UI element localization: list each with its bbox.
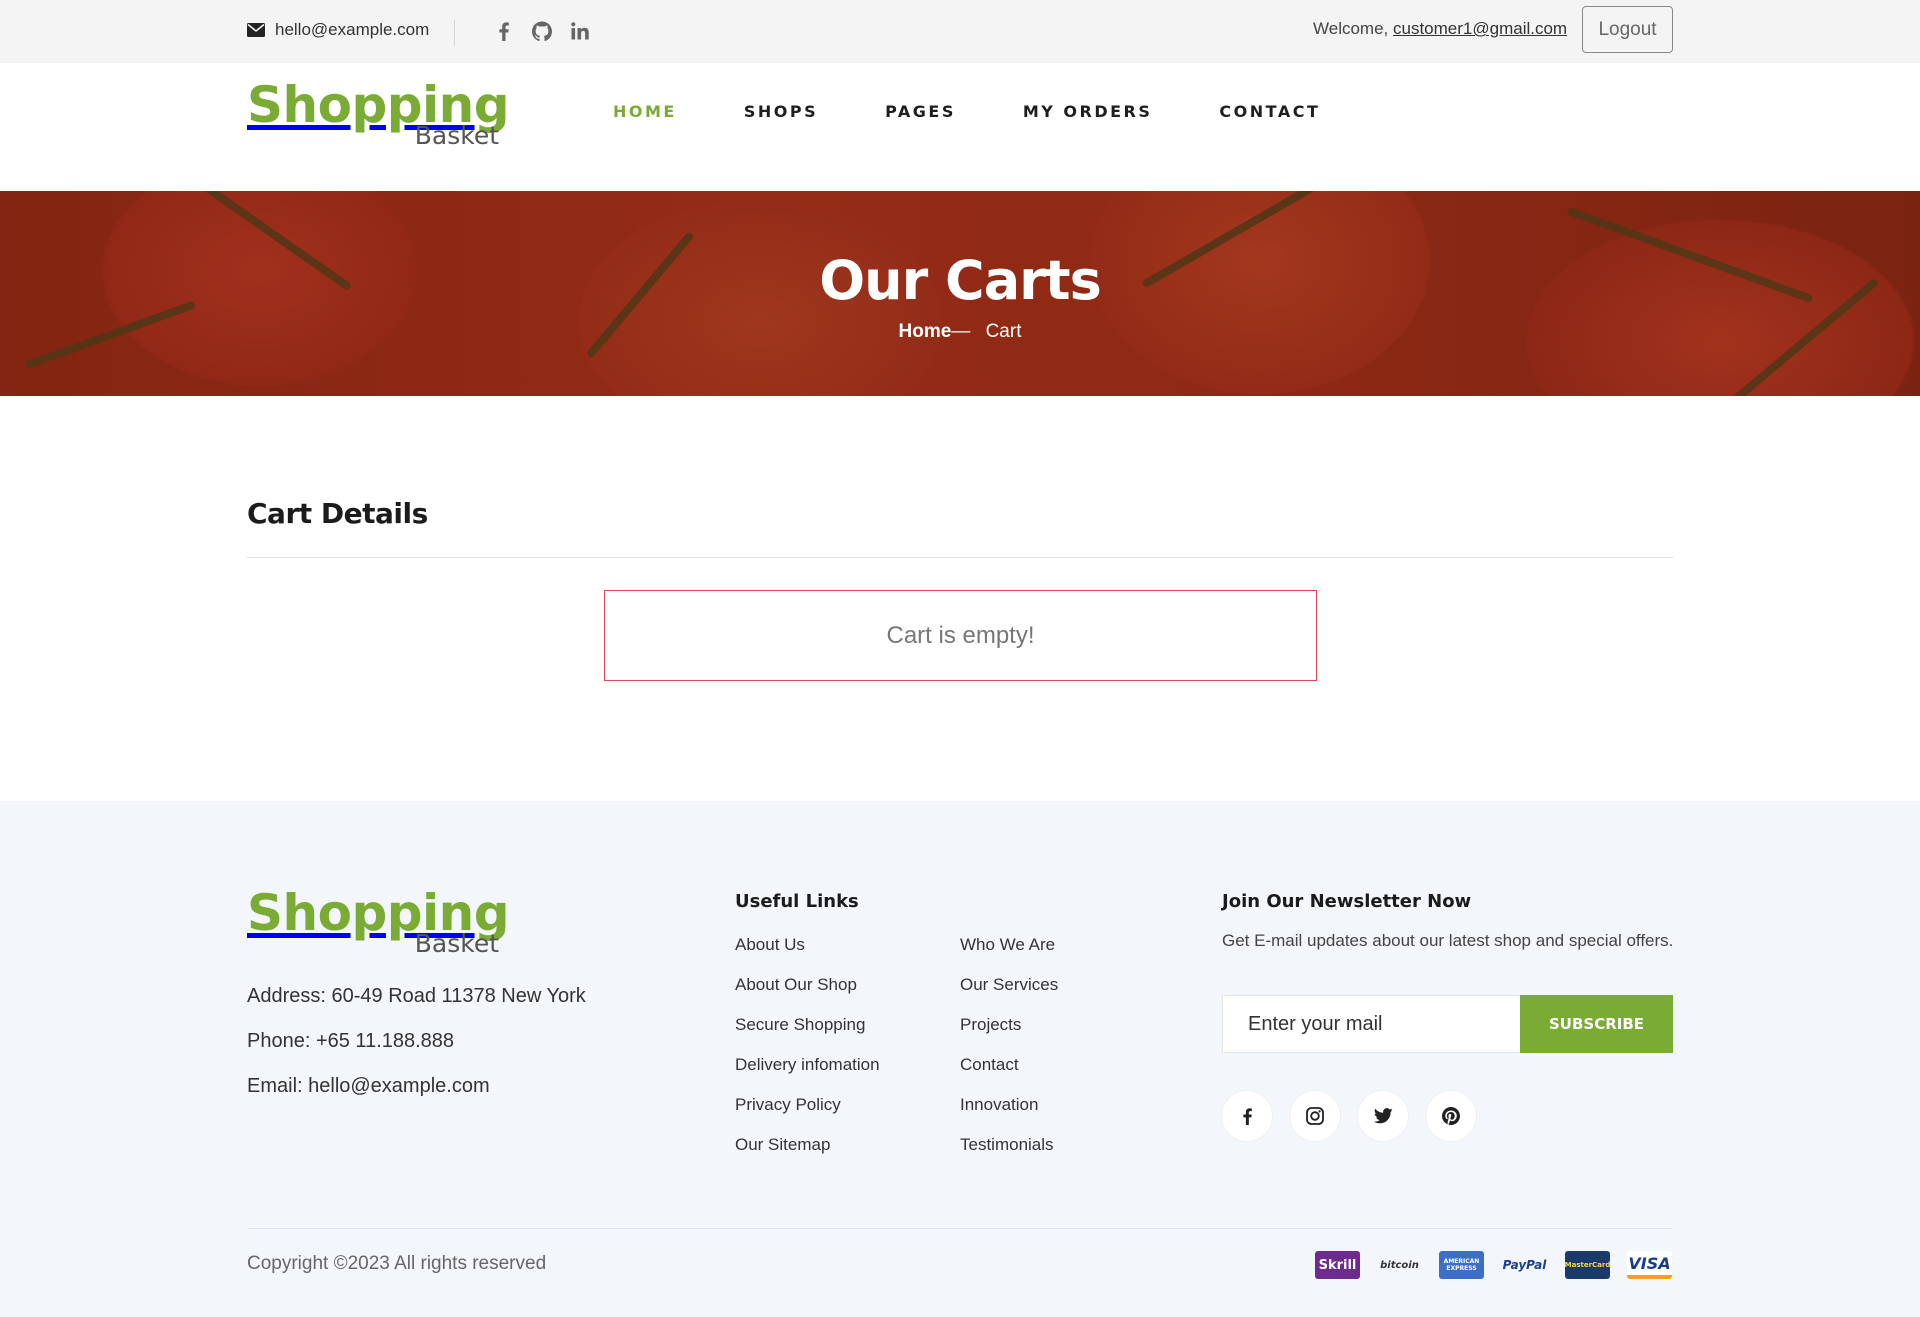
contact-email: hello@example.com [247,20,429,40]
footer-link-privacy-policy[interactable]: Privacy Policy [735,1095,841,1115]
breadcrumb-current: Cart [985,321,1022,342]
site-logo[interactable]: Shopping Basket [247,78,510,150]
github-icon[interactable] [532,19,552,43]
footer-twitter-icon[interactable] [1358,1091,1408,1141]
copyright-text: Copyright ©2023 All rights reserved [247,1253,547,1274]
cart-details-heading: Cart Details [247,497,428,530]
newsletter-heading: Join Our Newsletter Now [1222,891,1472,912]
linkedin-icon[interactable] [570,19,590,43]
amex-icon: AMERICAN EXPRESS [1439,1251,1484,1279]
logout-button[interactable]: Logout [1582,6,1673,53]
footer-link-contact[interactable]: Contact [960,1055,1019,1075]
footer-link-about-our-shop[interactable]: About Our Shop [735,975,857,995]
welcome-text: Welcome, customer1@gmail.com [1313,19,1567,39]
footer-link-secure-shopping[interactable]: Secure Shopping [735,1015,865,1035]
newsletter-description: Get E-mail updates about our latest shop… [1222,931,1674,950]
facebook-icon[interactable] [494,19,514,43]
footer-link-who-we-are[interactable]: Who We Are [960,935,1055,955]
user-email-link[interactable]: customer1@gmail.com [1393,19,1567,38]
nav-shops[interactable]: SHOPS [744,102,818,121]
paypal-icon: PayPal [1502,1258,1547,1272]
top-bar: hello@example.com Welcome, customer1@gma… [0,0,1920,63]
nav-pages[interactable]: PAGES [885,102,956,121]
nav-contact[interactable]: CONTACT [1219,102,1320,121]
footer-link-projects[interactable]: Projects [960,1015,1021,1035]
page-banner: Our Carts Home— Cart [0,191,1920,396]
divider [247,1228,1673,1229]
divider [454,20,455,46]
useful-links-heading: Useful Links [735,891,859,912]
footer-instagram-icon[interactable] [1290,1091,1340,1141]
footer-link-sitemap[interactable]: Our Sitemap [735,1135,830,1155]
footer-logo[interactable]: Shopping Basket [247,886,510,958]
nav-my-orders[interactable]: MY ORDERS [1023,102,1153,121]
contact-email-text: hello@example.com [275,20,430,39]
breadcrumb-separator: — [951,321,976,342]
subscribe-button[interactable]: SUBSCRIBE [1520,995,1673,1053]
footer-link-innovation[interactable]: Innovation [960,1095,1038,1115]
main-nav: HOME SHOPS PAGES MY ORDERS CONTACT [613,102,1387,121]
footer-facebook-icon[interactable] [1222,1091,1272,1141]
breadcrumb: Home— Cart [0,321,1920,343]
footer-link-testimonials[interactable]: Testimonials [960,1135,1054,1155]
footer-link-about-us[interactable]: About Us [735,935,805,955]
welcome-prefix: Welcome, [1313,19,1393,38]
visa-icon: VISA [1627,1251,1672,1279]
logo-text-basket: Basket [414,929,499,958]
footer-link-our-services[interactable]: Our Services [960,975,1058,995]
footer-email: Email: hello@example.com [247,1075,490,1097]
divider [247,557,1673,558]
social-links [494,19,590,43]
cart-empty-message: Cart is empty! [604,590,1317,681]
skrill-icon: Skrill [1315,1251,1360,1279]
logo-text-basket: Basket [414,121,499,150]
footer-pinterest-icon[interactable] [1426,1091,1476,1141]
newsletter-email-input[interactable] [1222,995,1521,1053]
footer-address: Address: 60-49 Road 11378 New York [247,985,586,1007]
page-title: Our Carts [819,249,1101,312]
envelope-icon [247,23,265,37]
breadcrumb-home[interactable]: Home [899,321,952,342]
footer-link-delivery-information[interactable]: Delivery infomation [735,1055,880,1075]
bitcoin-icon: bitcoin [1380,1259,1419,1271]
nav-home[interactable]: HOME [613,102,677,121]
footer-phone: Phone: +65 11.188.888 [247,1030,455,1052]
mastercard-icon: MasterCard [1565,1251,1610,1279]
